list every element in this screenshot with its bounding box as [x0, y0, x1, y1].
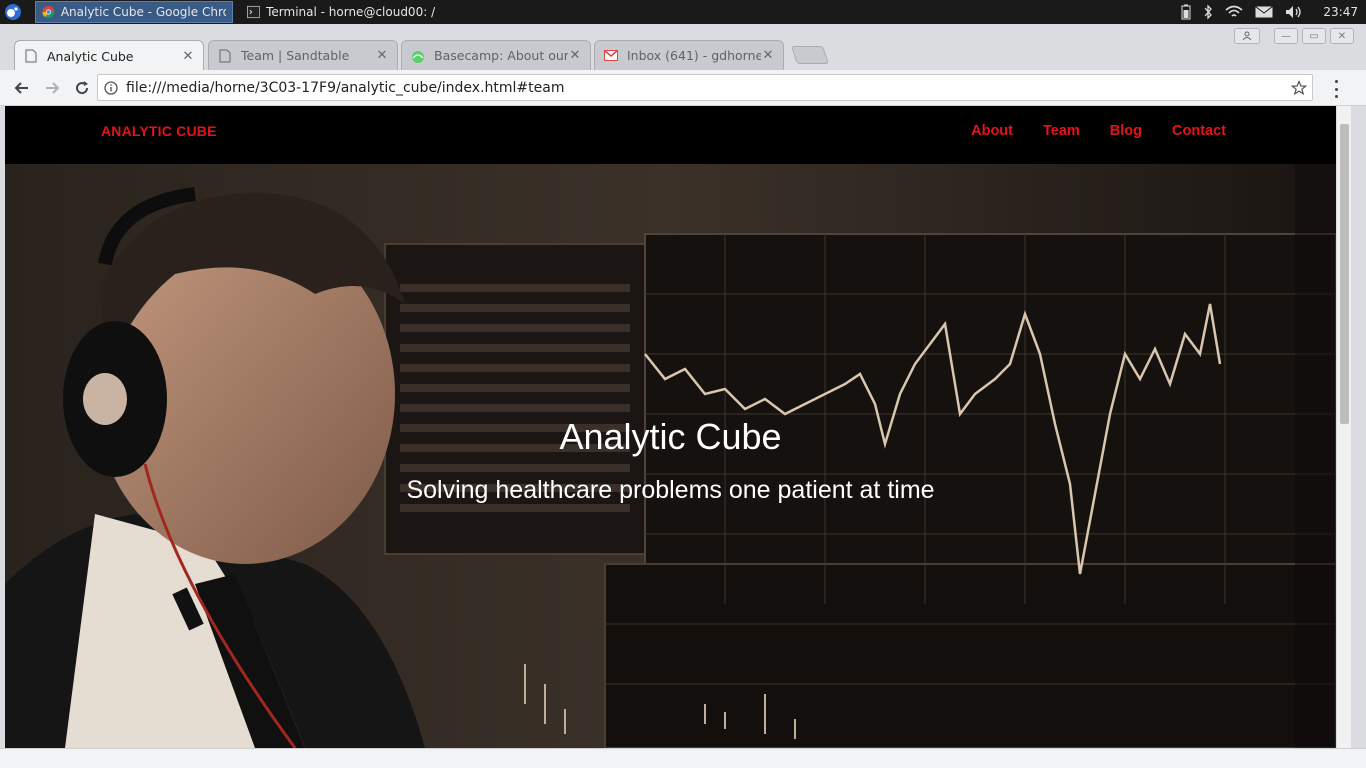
tab-title: Inbox (641) - gdhorne@ [627, 48, 761, 63]
nav-link-blog[interactable]: Blog [1110, 123, 1142, 139]
gmail-icon [603, 48, 619, 64]
site-brand-link[interactable]: ANALYTIC CUBE [101, 123, 217, 139]
hero-section: Analytic Cube Solving healthcare problem… [5, 164, 1336, 748]
profile-icon[interactable] [1234, 28, 1260, 44]
tab-analytic-cube[interactable]: Analytic Cube ✕ [14, 40, 204, 71]
new-tab-button[interactable] [791, 46, 829, 64]
info-icon[interactable] [98, 80, 124, 95]
hero-subtitle: Solving healthcare problems one patient … [406, 476, 935, 504]
forward-icon[interactable] [38, 74, 66, 102]
page-icon [23, 48, 39, 64]
tab-gmail-inbox[interactable]: Inbox (641) - gdhorne@ ✕ [594, 40, 784, 70]
close-tab-icon[interactable]: ✕ [375, 48, 389, 63]
close-window-icon[interactable]: ✕ [1330, 28, 1354, 44]
wifi-icon[interactable] [1225, 5, 1243, 19]
minimize-icon[interactable]: — [1274, 28, 1298, 44]
taskbar-item-label: Terminal - horne@cloud00: /... [266, 5, 435, 19]
basecamp-icon [410, 48, 426, 64]
site-nav-links: About Team Blog Contact [971, 123, 1226, 139]
address-bar[interactable] [97, 74, 1313, 101]
volume-icon[interactable] [1285, 5, 1303, 19]
browser-menu-icon[interactable] [1328, 80, 1344, 98]
terminal-icon [247, 5, 261, 19]
system-tray: 23:47 [1181, 4, 1366, 20]
tab-team-sandtable[interactable]: Team | Sandtable ✕ [208, 40, 398, 70]
taskbar-item-chrome[interactable]: Analytic Cube - Google Chro... [35, 1, 233, 23]
bookmark-star-icon[interactable] [1286, 79, 1312, 96]
window-controls: — ▭ ✕ [1234, 28, 1354, 44]
tab-strip: Analytic Cube ✕ Team | Sandtable ✕ Basec… [0, 24, 1366, 71]
start-menu-button[interactable] [0, 0, 26, 24]
browser-window: Analytic Cube ✕ Team | Sandtable ✕ Basec… [0, 24, 1366, 768]
window-frame [1351, 106, 1366, 768]
nav-link-about[interactable]: About [971, 123, 1013, 139]
tab-title: Team | Sandtable [241, 48, 350, 63]
page-icon [217, 48, 233, 64]
taskbar-item-label: Analytic Cube - Google Chro... [60, 5, 226, 19]
maximize-icon[interactable]: ▭ [1302, 28, 1326, 44]
page-scrollbar[interactable] [1336, 106, 1351, 748]
nav-link-team[interactable]: Team [1043, 123, 1080, 139]
close-tab-icon[interactable]: ✕ [568, 48, 582, 63]
mail-icon[interactable] [1255, 6, 1274, 18]
xfce-mouse-icon [5, 4, 21, 20]
taskbar-item-terminal[interactable]: Terminal - horne@cloud00: /... [241, 1, 441, 23]
site-navbar: ANALYTIC CUBE About Team Blog Contact [5, 106, 1336, 164]
nav-link-contact[interactable]: Contact [1172, 123, 1226, 139]
chrome-icon [42, 6, 55, 18]
back-icon[interactable] [8, 74, 36, 102]
url-input[interactable] [124, 78, 1286, 97]
tab-title: Analytic Cube [47, 48, 134, 64]
os-taskbar: Analytic Cube - Google Chro... Terminal … [0, 0, 1366, 24]
reload-icon[interactable] [68, 74, 96, 102]
bluetooth-icon[interactable] [1203, 4, 1213, 20]
page-viewport: ANALYTIC CUBE About Team Blog Contact An… [5, 106, 1336, 748]
scrollbar-thumb[interactable] [1340, 124, 1349, 424]
tab-title: Basecamp: About our c [434, 48, 568, 63]
hero-title: Analytic Cube [559, 416, 782, 457]
tab-basecamp[interactable]: Basecamp: About our c ✕ [401, 40, 591, 70]
window-frame [0, 748, 1366, 768]
browser-toolbar [0, 70, 1366, 106]
clock[interactable]: 23:47 [1315, 5, 1358, 19]
close-tab-icon[interactable]: ✕ [761, 48, 775, 63]
close-tab-icon[interactable]: ✕ [181, 49, 195, 64]
battery-icon[interactable] [1181, 4, 1191, 20]
